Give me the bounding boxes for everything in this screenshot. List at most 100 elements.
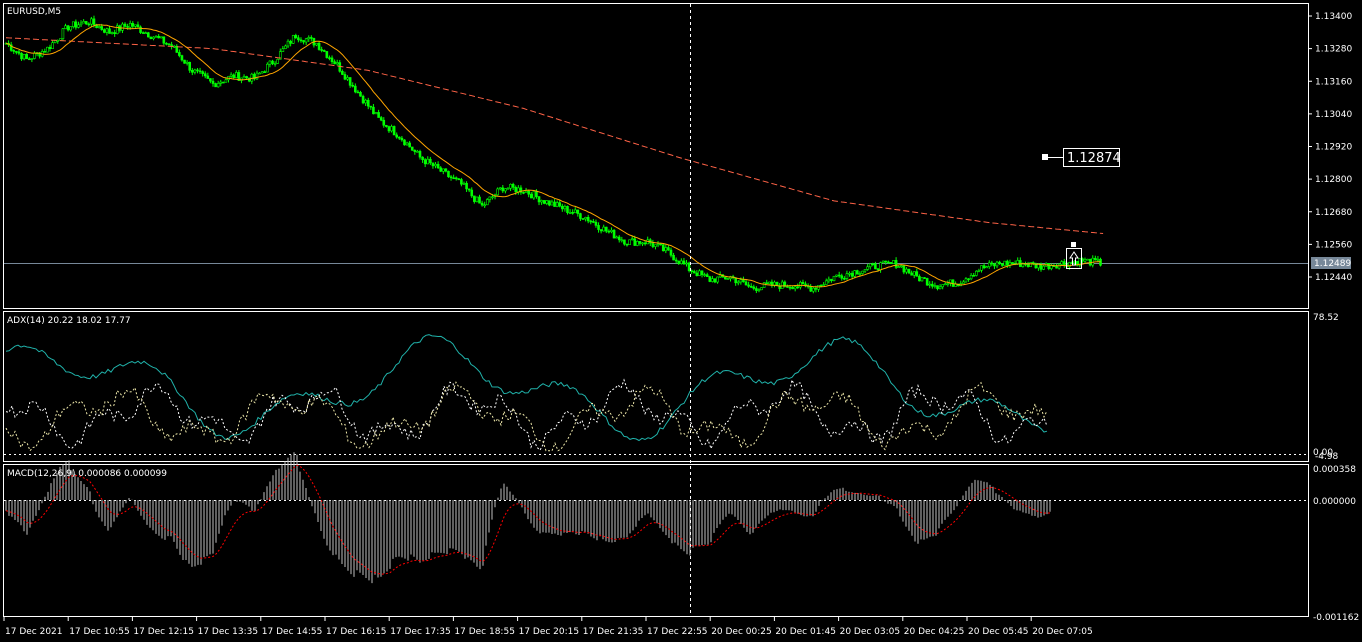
candle-body (291, 35, 295, 44)
candle-body (708, 276, 712, 282)
time-tick-label: 20 Dec 00:25 (711, 627, 772, 637)
candle-body (480, 202, 484, 206)
candle-body (317, 42, 321, 50)
candle-body (907, 268, 911, 274)
price-tick-label: 1.13160 (1315, 77, 1352, 87)
adx-tick-overlap: -4.98 (1315, 452, 1339, 462)
adx-plus-di-line (5, 378, 1048, 452)
candle-body (491, 196, 494, 199)
fast-moving-average-line (5, 24, 1101, 288)
price-marker-box[interactable]: 1.12874 (1042, 148, 1121, 167)
candle-body (897, 266, 900, 268)
candle-body (1055, 265, 1058, 269)
candle-body (449, 176, 453, 179)
candle-body (429, 158, 432, 164)
candle-body (563, 206, 567, 210)
candle-body (912, 271, 916, 276)
candle-body (185, 61, 189, 64)
candle-body (74, 21, 78, 28)
candle-body (465, 182, 468, 190)
candle-body (333, 61, 336, 65)
candle-body (372, 106, 375, 115)
candle-body (128, 23, 132, 28)
candle-body (328, 57, 331, 59)
candle-body (724, 276, 727, 280)
candle-body (757, 289, 761, 292)
candle-body (84, 21, 88, 25)
candle-body (920, 277, 924, 282)
candle-body (273, 63, 277, 65)
candle-body (677, 260, 681, 264)
candle-body (286, 40, 290, 47)
candle-body (835, 274, 838, 277)
candle-body (938, 286, 942, 290)
price-panel[interactable]: 1.13400 1.13280 1.13160 1.13040 1.12920 1.128… (3, 3, 1353, 309)
candle-body (925, 278, 929, 286)
time-tick-label: 20 Dec 01:45 (775, 627, 836, 637)
candle-body (607, 230, 611, 233)
candle-body (203, 73, 207, 77)
candle-body (356, 91, 360, 94)
candle-body (268, 60, 272, 65)
candle-body (558, 202, 562, 207)
candle-body (990, 262, 994, 265)
candle-body (561, 205, 564, 210)
time-tick-label: 20 Dec 05:45 (968, 627, 1029, 637)
candle-body (736, 281, 740, 284)
candle-body (25, 54, 29, 60)
candle-body (641, 242, 644, 245)
candle-body (726, 278, 730, 280)
candle-body (33, 52, 36, 59)
candle-body (423, 159, 427, 165)
candle-body (335, 62, 339, 65)
adx-panel[interactable]: ADX(14) 20.22 18.02 17.77 78.52 0.00 -4.… (3, 311, 1339, 463)
trading-chart[interactable]: 1.13400 1.13280 1.13160 1.13040 1.12920 1.128… (0, 0, 1362, 642)
candle-body (1062, 261, 1066, 265)
time-tick-label: 20 Dec 07:05 (1032, 627, 1093, 637)
candle-body (504, 188, 507, 192)
candle-body (90, 18, 93, 25)
candle-body (359, 92, 362, 97)
candle-body (674, 259, 678, 262)
candle-body (905, 268, 908, 273)
candle-body (201, 71, 204, 74)
candle-body (374, 112, 378, 115)
candle-body (483, 204, 486, 207)
candle-body (250, 73, 254, 82)
macd-panel[interactable]: MACD(12,26,9) 0.000086 0.000099 0.000358… (3, 452, 1360, 623)
time-tick-label: 17 Dec 18:55 (454, 627, 515, 637)
candle-body (165, 42, 168, 45)
candle-body (452, 177, 455, 180)
candle-body (434, 163, 437, 167)
candle-body (198, 70, 202, 73)
candle-body (105, 28, 109, 33)
candle-body (982, 265, 986, 269)
candle-body (413, 149, 417, 152)
candle-body (739, 279, 743, 283)
candle-body (680, 260, 683, 264)
candle-body (307, 37, 311, 40)
candle-body (532, 191, 536, 199)
candle-body (654, 244, 657, 247)
candle-body (581, 218, 585, 220)
candle-body (899, 265, 903, 268)
candle-body (488, 196, 492, 200)
candle-body (975, 270, 978, 276)
candle-body (1047, 263, 1051, 269)
candle-body (796, 286, 800, 289)
candle-body (234, 72, 238, 79)
candle-body (881, 260, 885, 263)
candle-body (366, 99, 370, 107)
candle-body (801, 281, 805, 285)
candle-body (1026, 264, 1030, 267)
candle-body (868, 263, 872, 268)
candle-body (51, 42, 54, 49)
candle-body (845, 273, 849, 279)
candle-body (53, 40, 57, 43)
candle-body (467, 188, 471, 191)
candle-body (814, 287, 818, 290)
candle-body (969, 275, 973, 280)
candle-body (542, 200, 546, 204)
candle-body (382, 119, 386, 126)
candle-body (460, 179, 463, 185)
